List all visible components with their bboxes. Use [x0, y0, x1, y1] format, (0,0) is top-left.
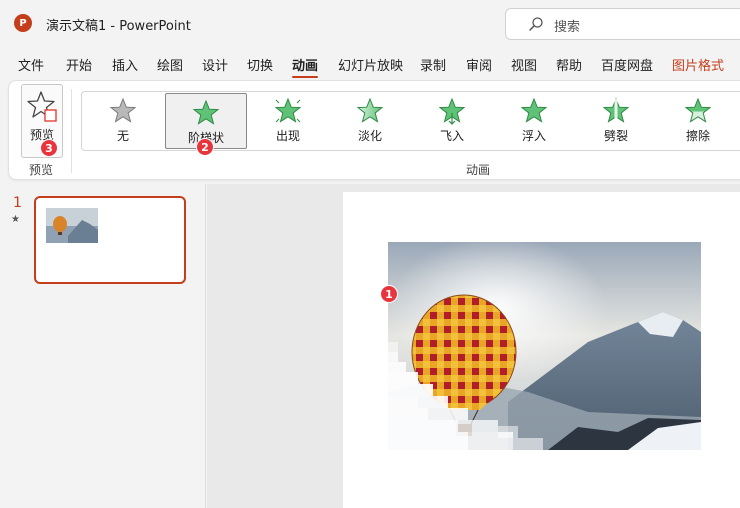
preview-group-label: 预览	[29, 163, 54, 177]
animation-marker-icon: ★	[11, 214, 20, 225]
star-fade-icon	[356, 97, 384, 123]
star-split-icon	[602, 97, 630, 123]
tab-view[interactable]: 视图	[511, 55, 537, 74]
effect-label: 淡化	[357, 129, 382, 143]
tab-baidu-netdisk[interactable]: 百度网盘	[601, 55, 653, 74]
tab-home[interactable]: 开始	[66, 55, 92, 74]
effect-none[interactable]: 无	[82, 92, 164, 150]
effect-label: 无	[116, 129, 129, 143]
search-box[interactable]: 搜索	[505, 8, 740, 40]
slide-number: 1	[13, 195, 22, 211]
tab-file[interactable]: 文件	[18, 55, 44, 74]
tab-draw[interactable]: 绘图	[157, 55, 183, 74]
effect-label: 擦除	[685, 129, 710, 143]
effect-float-in[interactable]: 浮入	[493, 92, 575, 150]
tab-insert[interactable]: 插入	[112, 55, 138, 74]
title-bar: P 演示文稿1 - PowerPoint 搜索	[0, 0, 740, 48]
search-icon	[529, 17, 543, 31]
animation-gallery: 无 阶梯状 出现 淡化 飞入	[81, 91, 740, 151]
star-none-icon	[109, 97, 137, 123]
step-badge-2: 2	[196, 138, 214, 156]
tab-record[interactable]: 录制	[420, 55, 446, 74]
group-divider	[71, 89, 72, 173]
tab-animations[interactable]: 动画	[292, 55, 319, 78]
star-stairs-icon	[192, 99, 220, 125]
window-title: 演示文稿1 - PowerPoint	[46, 19, 191, 34]
tab-picture-format[interactable]: 图片格式	[672, 55, 724, 74]
star-wipe-icon	[684, 97, 712, 123]
animation-group-label: 动画	[466, 163, 491, 177]
effect-label: 出现	[275, 129, 300, 143]
animations-ribbon: 预览 预览 无 阶梯状 出现 淡化	[8, 80, 740, 180]
step-badge-3: 3	[40, 139, 58, 157]
star-float-in-icon	[520, 97, 548, 123]
star-appear-icon	[274, 97, 302, 123]
tab-review[interactable]: 审阅	[466, 55, 492, 74]
effect-appear[interactable]: 出现	[247, 92, 329, 150]
slide-thumbnail-pane: 1 ★	[0, 184, 206, 508]
effect-wipe[interactable]: 擦除	[657, 92, 739, 150]
tab-help[interactable]: 帮助	[556, 55, 582, 74]
tab-transitions[interactable]: 切换	[247, 55, 273, 74]
effect-label: 飞入	[439, 129, 464, 143]
effect-label: 劈裂	[603, 129, 628, 143]
slide-canvas[interactable]	[343, 192, 740, 508]
slide-editor	[207, 184, 740, 508]
balloon-photo[interactable]	[388, 242, 701, 450]
slide-thumbnail[interactable]	[34, 196, 186, 284]
effect-label: 浮入	[521, 129, 546, 143]
step-badge-1: 1	[380, 285, 398, 303]
star-fly-in-icon	[438, 97, 466, 125]
powerpoint-logo-icon: P	[14, 14, 35, 32]
effect-fly-in[interactable]: 飞入	[411, 92, 493, 150]
effect-fade[interactable]: 淡化	[329, 92, 411, 150]
thumbnail-image	[46, 208, 98, 243]
tab-design[interactable]: 设计	[202, 55, 228, 74]
tab-slideshow[interactable]: 幻灯片放映	[338, 55, 403, 74]
effect-split[interactable]: 劈裂	[575, 92, 657, 150]
search-label: 搜索	[554, 20, 581, 35]
preview-star-icon	[27, 91, 57, 122]
ribbon-tabs: 文件 开始 插入 绘图 设计 切换 动画 幻灯片放映 录制 审阅 视图 帮助 百…	[0, 52, 740, 78]
